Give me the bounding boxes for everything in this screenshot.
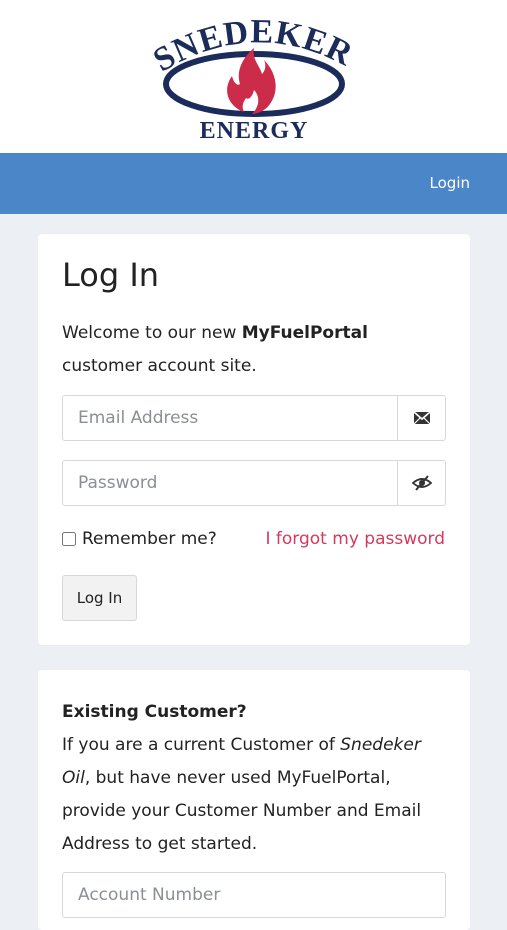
welcome-text-pre: Welcome to our new <box>62 323 242 343</box>
existing-customer-text: If you are a current Customer of Snedeke… <box>62 729 452 861</box>
password-input-group <box>62 460 446 506</box>
email-input-group <box>62 395 446 441</box>
login-card: Log In Welcome to our new MyFuelPortal c… <box>38 234 470 645</box>
welcome-brand: MyFuelPortal <box>241 323 368 343</box>
existing-text-pre: If you are a current Customer of <box>62 735 341 755</box>
remember-me-checkbox[interactable] <box>62 532 76 546</box>
page-title: Log In <box>62 256 160 294</box>
top-navbar: Login <box>0 153 507 214</box>
password-input[interactable] <box>63 461 398 505</box>
existing-customer-title: Existing Customer? <box>62 702 247 722</box>
account-number-input[interactable] <box>63 873 445 917</box>
forgot-password-link[interactable]: I forgot my password <box>266 529 446 549</box>
logo-bottom-text: ENERGY <box>200 118 309 142</box>
envelope-icon <box>397 396 445 440</box>
remember-me-label: Remember me? <box>82 529 217 549</box>
existing-text-post: , but have never used MyFuelPortal, prov… <box>62 768 422 854</box>
welcome-text-post: customer account site. <box>62 356 257 376</box>
email-input[interactable] <box>63 396 398 440</box>
snedeker-energy-logo[interactable]: SNEDEKER ENERGY <box>148 18 360 142</box>
account-number-input-group <box>62 872 446 918</box>
login-button[interactable]: Log In <box>62 575 137 621</box>
welcome-text: Welcome to our new MyFuelPortal customer… <box>62 317 452 383</box>
remember-me[interactable]: Remember me? <box>62 529 217 549</box>
site-header: SNEDEKER ENERGY <box>0 0 507 153</box>
existing-customer-card: Existing Customer? If you are a current … <box>38 670 470 930</box>
eye-slash-icon[interactable] <box>397 461 445 505</box>
nav-login-link[interactable]: Login <box>430 174 470 192</box>
